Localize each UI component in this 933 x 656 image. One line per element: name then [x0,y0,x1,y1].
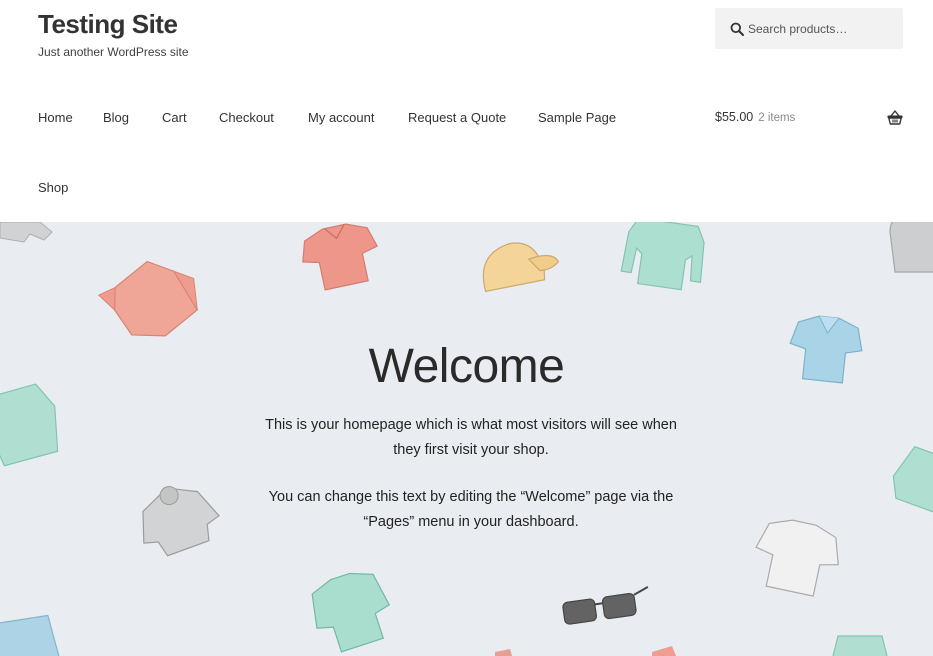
coral-tshirt-illustration [302,223,378,291]
yellow-cap-illustration [482,242,560,293]
site-header: Testing Site Just another WordPress site… [0,0,933,222]
product-search [715,8,903,49]
mint-longsleeve-illustration [620,222,705,291]
nav-item-request-a-quote[interactable]: Request a Quote [408,110,506,125]
site-title[interactable]: Testing Site [38,9,178,40]
search-icon [730,22,744,36]
nav-item-cart[interactable]: Cart [162,110,187,125]
site-tagline: Just another WordPress site [38,45,189,59]
mint-hoodie-illustration [0,383,59,467]
grey-hoodie-illustration [142,486,220,557]
white-tshirt-illustration [755,519,839,597]
cart-total-amount: $55.00 [715,110,754,124]
nav-item-shop[interactable]: Shop [38,180,68,195]
mint-folded-shirt-illustration [311,572,391,653]
cart-item-count: 2 items [758,112,796,124]
sunglasses-illustration [562,585,649,625]
mint-partial-illustration [832,635,888,656]
coral-partial-illustration [495,646,676,656]
nav-item-blog[interactable]: Blog [103,110,129,125]
grey-shirt-illustration [0,222,53,243]
nav-item-home[interactable]: Home [38,110,73,125]
welcome-paragraph-2: You can change this text by editing the … [268,489,674,530]
nav-item-checkout[interactable]: Checkout [219,110,274,125]
grey-clothing-illustration [889,222,933,273]
welcome-paragraph-1: This is your homepage which is what most… [265,417,677,458]
coral-hoodie-illustration [97,260,199,337]
blue-shirt-illustration [0,614,61,656]
welcome-heading: Welcome [368,340,565,393]
welcome-hero: Welcome This is your homepage which is w… [0,222,933,656]
mint-shirt-illustration [892,445,933,513]
search-input[interactable] [748,8,898,49]
nav-item-sample-page[interactable]: Sample Page [538,110,616,125]
header-cart[interactable]: $55.00 2 items [715,110,795,124]
nav-item-my-account[interactable]: My account [308,110,374,125]
basket-icon[interactable] [887,110,903,125]
